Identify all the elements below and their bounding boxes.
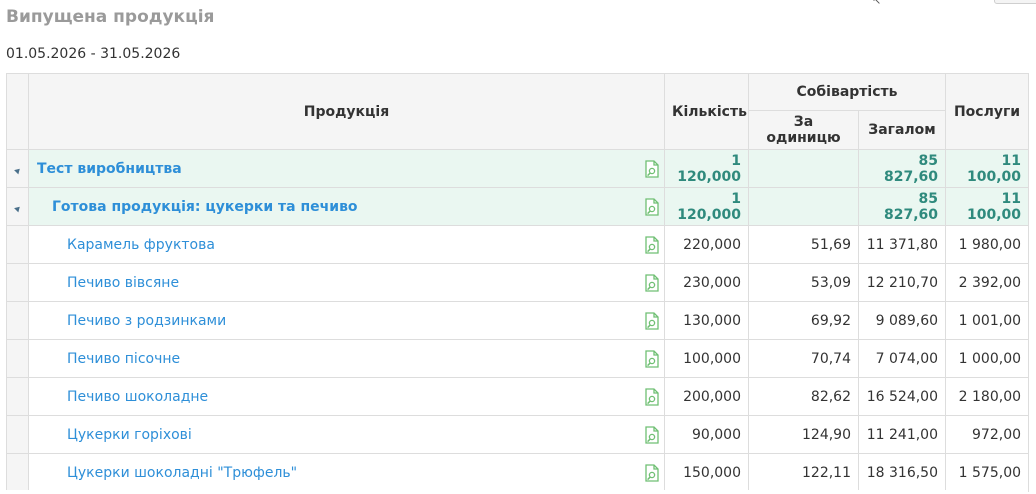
expand-cell [6, 377, 29, 416]
product-cell: Тест виробництва [28, 149, 665, 188]
unit-cost-cell: 82,62 [748, 377, 859, 416]
group-row: Тест виробництва 1 120,000 85 827,60 11 100… [6, 149, 1030, 188]
header-product[interactable]: Продукція [28, 73, 665, 150]
header-quantity[interactable]: Кількість [664, 73, 749, 150]
services-cell: 1 001,00 [945, 301, 1030, 340]
services-cell: 11 100,00 [945, 149, 1030, 188]
unit-cost-cell [748, 149, 859, 188]
total-cell: 12 210,70 [857, 263, 947, 302]
document-report-icon[interactable] [644, 426, 660, 444]
table-clip [6, 490, 1028, 494]
product-link[interactable]: Цукерки шоколадні "Трюфель" [67, 465, 297, 481]
header-cost-per-unit[interactable]: За одиницю [748, 110, 859, 150]
product-link[interactable]: Печиво пісочне [67, 351, 180, 367]
total-cell: 11 241,00 [857, 415, 947, 454]
group-row: Готова продукція: цукерки та печиво 1 120… [6, 187, 1030, 226]
expand-column-header [6, 73, 29, 150]
quantity-cell: 1 120,000 [664, 149, 749, 188]
unit-cost-cell: 69,92 [748, 301, 859, 340]
total-cell: 85 827,60 [857, 149, 947, 188]
document-report-icon[interactable] [644, 312, 660, 330]
product-cell: Печиво пісочне [28, 339, 665, 378]
table-row: Карамель фруктова 220,000 51,69 11 371,80 1 … [6, 225, 1030, 264]
expand-cell [6, 339, 29, 378]
product-link[interactable]: Цукерки горіхові [67, 427, 192, 443]
page-title: Випущена продукція [6, 7, 215, 27]
product-link[interactable]: Карамель фруктова [67, 237, 215, 253]
collapse-triangle-icon[interactable] [13, 204, 22, 212]
document-report-icon[interactable] [644, 198, 660, 216]
product-link[interactable]: Печиво з родзинками [67, 313, 226, 329]
header-cost-total[interactable]: Загалом [857, 110, 947, 150]
product-cell: Печиво вівсяне [28, 263, 665, 302]
top-right-button[interactable] [994, 0, 1036, 4]
document-report-icon[interactable] [644, 236, 660, 254]
quantity-cell: 1 120,000 [664, 187, 749, 226]
unit-cost-cell: 122,11 [748, 453, 859, 492]
header-cost: Собівартість [747, 73, 947, 111]
table-row: Печиво пісочне 100,000 70,74 7 074,00 1 000,… [6, 339, 1030, 378]
collapse-triangle-icon[interactable] [13, 166, 22, 174]
quantity-cell: 90,000 [664, 415, 749, 454]
table-body: Тест виробництва 1 120,000 85 827,60 11 100… [6, 149, 1030, 492]
unit-cost-cell: 124,90 [748, 415, 859, 454]
services-cell: 2 392,00 [945, 263, 1030, 302]
product-link[interactable]: Печиво шоколадне [67, 389, 208, 405]
expand-cell [6, 301, 29, 340]
total-cell: 85 827,60 [857, 187, 947, 226]
table-row: Цукерки шоколадні "Трюфель" 150,000 122,11… [6, 453, 1030, 492]
services-cell: 972,00 [945, 415, 1030, 454]
services-cell: 1 000,00 [945, 339, 1030, 378]
product-cell: Печиво з родзинками [28, 301, 665, 340]
expand-cell [6, 225, 29, 264]
quantity-cell: 130,000 [664, 301, 749, 340]
document-report-icon[interactable] [644, 350, 660, 368]
services-cell: 2 180,00 [945, 377, 1030, 416]
header-services[interactable]: Послуги [945, 73, 1030, 150]
table-row: Печиво з родзинками 130,000 69,92 9 089,60 1… [6, 301, 1030, 340]
table-row: Печиво вівсяне 230,000 53,09 12 210,70 2 392… [6, 263, 1030, 302]
unit-cost-cell: 53,09 [748, 263, 859, 302]
total-cell: 18 316,50 [857, 453, 947, 492]
services-cell: 11 100,00 [945, 187, 1030, 226]
document-report-icon[interactable] [644, 274, 660, 292]
product-link[interactable]: Печиво вівсяне [67, 275, 179, 291]
product-cell: Цукерки горіхові [28, 415, 665, 454]
product-cell: Готова продукція: цукерки та печиво [28, 187, 665, 226]
total-cell: 9 089,60 [857, 301, 947, 340]
table-row: Печиво шоколадне 200,000 82,62 16 524,00 2 1… [6, 377, 1030, 416]
services-cell: 1 575,00 [945, 453, 1030, 492]
quantity-cell: 200,000 [664, 377, 749, 416]
mouse-cursor-icon: ↖ [872, 0, 882, 7]
unit-cost-cell: 70,74 [748, 339, 859, 378]
quantity-cell: 100,000 [664, 339, 749, 378]
services-cell: 1 980,00 [945, 225, 1030, 264]
report-period: 01.05.2026 - 31.05.2026 [6, 46, 181, 62]
total-cell: 11 371,80 [857, 225, 947, 264]
quantity-cell: 150,000 [664, 453, 749, 492]
expand-cell [6, 415, 29, 454]
unit-cost-cell [748, 187, 859, 226]
expand-cell [6, 263, 29, 302]
table-row: Цукерки горіхові 90,000 124,90 11 241,00 972… [6, 415, 1030, 454]
document-report-icon[interactable] [644, 388, 660, 406]
product-link[interactable]: Тест виробництва [37, 161, 182, 177]
product-cell: Карамель фруктова [28, 225, 665, 264]
product-link[interactable]: Готова продукція: цукерки та печиво [52, 199, 358, 215]
expand-cell [6, 453, 29, 492]
total-cell: 7 074,00 [857, 339, 947, 378]
quantity-cell: 230,000 [664, 263, 749, 302]
total-cell: 16 524,00 [857, 377, 947, 416]
product-cell: Печиво шоколадне [28, 377, 665, 416]
document-report-icon[interactable] [644, 464, 660, 482]
production-report-table: Продукція Кількість Собівартість Послуги… [6, 73, 1030, 492]
product-cell: Цукерки шоколадні "Трюфель" [28, 453, 665, 492]
expand-cell[interactable] [6, 149, 29, 188]
unit-cost-cell: 51,69 [748, 225, 859, 264]
expand-cell[interactable] [6, 187, 29, 226]
document-report-icon[interactable] [644, 160, 660, 178]
quantity-cell: 220,000 [664, 225, 749, 264]
